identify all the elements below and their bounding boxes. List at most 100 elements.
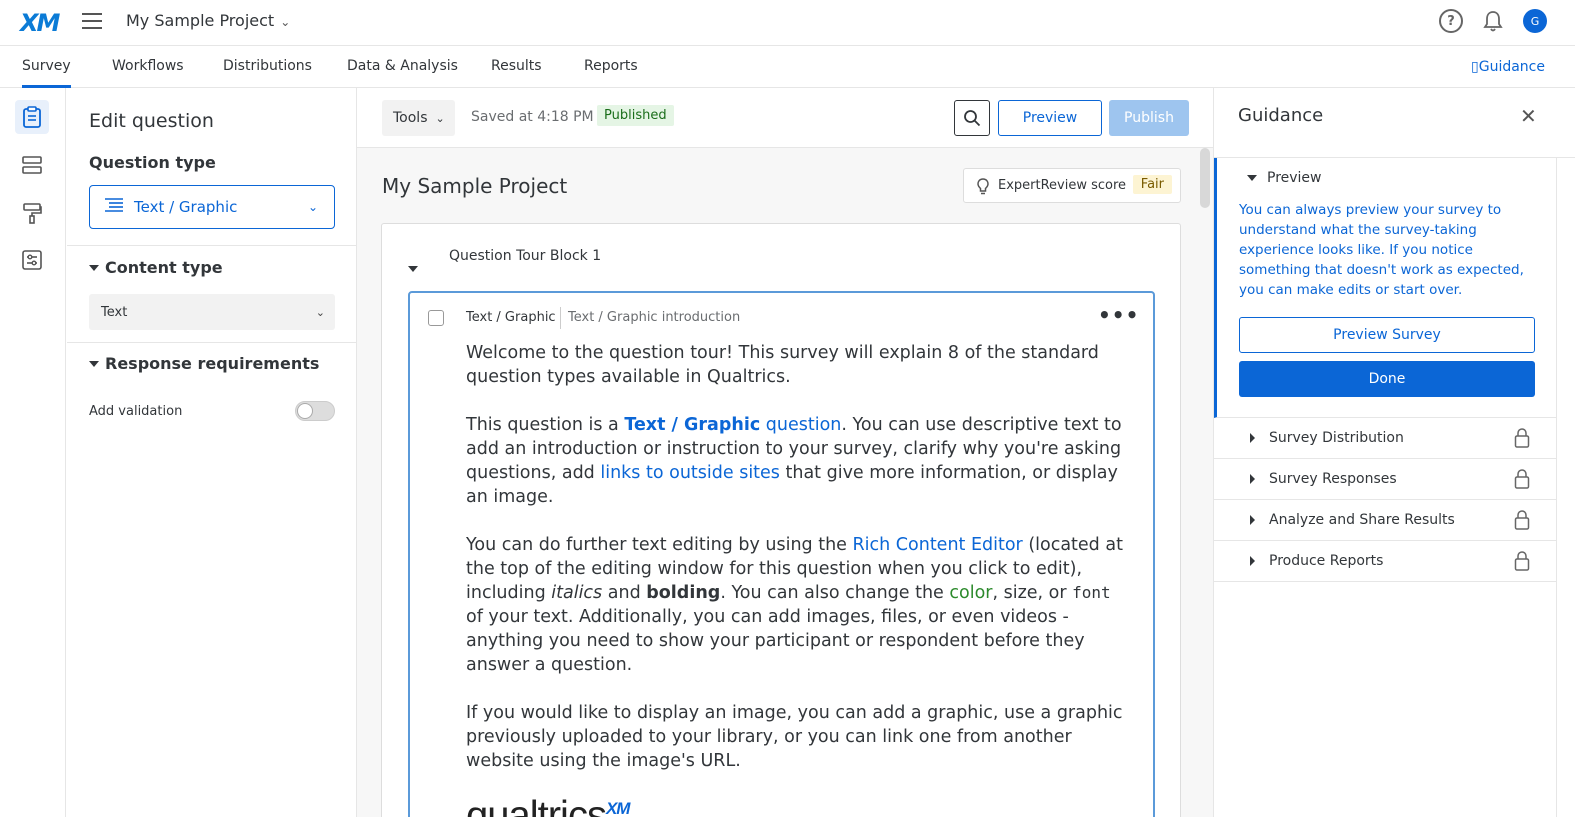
close-icon[interactable]: ✕ [1520,104,1537,128]
chevron-down-icon: ⌄ [280,15,291,29]
add-validation-toggle[interactable] [295,401,335,421]
top-bar: XM My Sample Project ⌄ ? G [0,0,1575,46]
top-icons: ? G [1439,9,1547,33]
tab-survey[interactable]: Survey [22,58,71,88]
rich-content-editor-link[interactable]: Rich Content Editor [853,535,1023,555]
lock-icon [1514,551,1530,575]
content-type-label: Content type [105,258,223,277]
guidance-link[interactable]: ▯Guidance [1471,59,1545,75]
text-run: of your text. Additionally, you can add … [466,607,1085,675]
publish-button[interactable]: Publish [1109,100,1189,136]
question-paragraph: You can do further text editing by using… [466,533,1126,677]
guidance-section-header[interactable]: Preview [1247,170,1322,186]
document-icon: ▯ [1471,59,1479,75]
editor-toolbar: Tools ⌄ Saved at 4:18 PM Published Previe… [357,88,1213,148]
tab-workflows[interactable]: Workflows [112,58,184,74]
question-name[interactable]: Text / Graphic introduction [568,310,740,325]
response-requirements-header[interactable]: Response requirements [89,354,319,373]
guidance-section-label: Analyze and Share Results [1269,512,1455,528]
preview-survey-button[interactable]: Preview Survey [1239,317,1535,353]
left-rail [0,88,66,817]
guidance-panel: Guidance ✕ Preview You can always previe… [1213,88,1575,817]
avatar[interactable]: G [1523,9,1547,33]
preview-button[interactable]: Preview [998,100,1102,136]
status-badge: Published [597,105,674,126]
scrollbar[interactable] [1200,148,1210,208]
lock-icon [1514,510,1530,534]
text-graphic-link[interactable]: Text / Graphic question [624,415,841,435]
guidance-section-label: Produce Reports [1269,553,1384,569]
divider [560,307,561,329]
logo-text: qualtrics [466,793,607,817]
edit-question-panel: Edit question Question type Text / Graph… [67,88,357,817]
done-button[interactable]: Done [1239,361,1535,397]
text-graphic-icon [104,196,124,218]
more-options-icon[interactable]: ••• [1098,303,1139,327]
lock-icon [1514,428,1530,452]
project-title: My Sample Project [126,11,275,30]
guidance-section-label: Survey Responses [1269,471,1397,487]
search-icon [964,110,981,127]
question-paragraph: This question is a Text / Graphic questi… [466,413,1126,509]
question-card[interactable]: Text / Graphic Text / Graphic introducti… [408,291,1155,817]
guidance-section-survey-distribution[interactable]: Survey Distribution [1214,418,1556,459]
guidance-scroll-track [1556,158,1575,817]
project-selector[interactable]: My Sample Project ⌄ [126,11,290,30]
nav-tabs: Survey Workflows Distributions Data & An… [0,46,1575,88]
text-run: and [602,583,647,603]
guidance-link-label: Guidance [1478,59,1545,75]
tools-dropdown[interactable]: Tools ⌄ [382,100,455,136]
add-validation-label: Add validation [89,404,183,419]
text-run: color [949,583,993,603]
tools-label: Tools [393,110,428,126]
menu-icon[interactable] [82,13,102,31]
block-title[interactable]: Question Tour Block 1 [449,248,601,264]
look-and-feel-icon[interactable] [15,196,49,230]
response-requirements-label: Response requirements [105,354,320,373]
text-run: , size, or [992,583,1073,603]
tab-reports[interactable]: Reports [584,58,638,74]
guidance-header: Guidance ✕ [1214,88,1575,158]
guidance-section-produce-reports[interactable]: Produce Reports [1214,541,1556,582]
caret-down-icon [89,264,99,271]
question-checkbox[interactable] [428,310,444,326]
guidance-section-analyze-share[interactable]: Analyze and Share Results [1214,500,1556,541]
outside-sites-link[interactable]: links to outside sites [600,463,780,483]
qualtrics-logo: qualtricsXM [466,795,1126,817]
bell-icon[interactable] [1481,9,1505,33]
chevron-down-icon: ⌄ [315,305,325,319]
survey-outline-icon[interactable] [15,100,49,134]
search-button[interactable] [954,100,990,136]
tab-distributions[interactable]: Distributions [223,58,312,74]
xm-logo[interactable]: XM [20,9,60,37]
guidance-section-survey-responses[interactable]: Survey Responses [1214,459,1556,500]
text-run: . You can also change the [720,583,950,603]
content-type-select[interactable]: Text ⌄ [89,294,335,330]
guidance-section-label: Survey Distribution [1269,430,1404,446]
caret-right-icon [1250,515,1255,525]
guidance-section-preview: Preview You can always preview your surv… [1214,158,1556,418]
caret-right-icon [1250,556,1255,566]
lock-icon [1514,469,1530,493]
text-run: bolding [646,583,721,603]
caret-right-icon [1250,433,1255,443]
help-icon[interactable]: ? [1439,9,1463,33]
question-type-label: Question type [89,153,216,172]
expert-review-button[interactable]: ExpertReview score Fair [963,168,1181,203]
tab-data-analysis[interactable]: Data & Analysis [347,58,458,74]
expert-review-label: ExpertReview score [998,178,1127,193]
survey-flow-icon[interactable] [15,148,49,182]
text-run: question [760,415,842,435]
caret-down-icon[interactable] [408,257,418,276]
chevron-down-icon: ⌄ [307,200,318,214]
guidance-description: You can always preview your survey to un… [1239,202,1524,298]
guidance-title: Guidance [1238,105,1324,126]
question-type-select[interactable]: Text / Graphic ⌄ [89,185,335,229]
survey-options-icon[interactable] [15,243,49,277]
question-text[interactable]: Welcome to the question tour! This surve… [466,341,1126,817]
divider [67,342,356,343]
lightbulb-icon [977,177,989,194]
question-paragraph: If you would like to display an image, y… [466,703,1123,771]
content-type-header[interactable]: Content type [89,258,223,277]
tab-results[interactable]: Results [491,58,542,74]
